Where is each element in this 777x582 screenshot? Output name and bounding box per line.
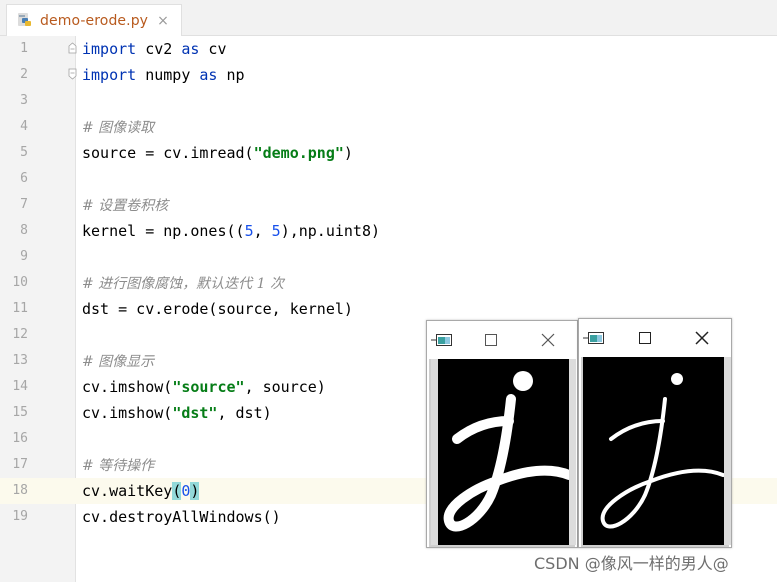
code-token: # 图像读取: [82, 120, 155, 136]
dst-image: [581, 357, 731, 547]
code-token: "source": [172, 378, 245, 396]
line-number: 3: [20, 93, 28, 108]
code-text[interactable]: source = cv.imread("demo.png"): [82, 140, 353, 166]
code-token: ),np.uint8): [280, 222, 381, 240]
imshow-window-dst[interactable]: [578, 318, 732, 548]
code-line[interactable]: 5 source = cv.imread("demo.png"): [0, 140, 777, 166]
code-text[interactable]: # 图像读取: [82, 114, 154, 140]
fold-open-icon[interactable]: [68, 42, 77, 54]
eroded-letter-j: [600, 373, 725, 529]
code-token: np: [217, 66, 245, 84]
code-token: (: [172, 482, 182, 500]
code-line[interactable]: 6: [0, 166, 777, 192]
code-token: import: [82, 40, 137, 58]
line-number: 19: [12, 509, 28, 524]
code-token: "demo.png": [253, 144, 344, 162]
code-token: ): [190, 482, 200, 500]
code-text[interactable]: import numpy as np: [82, 62, 245, 88]
window-scrollbar[interactable]: [569, 359, 576, 545]
line-number: 6: [20, 171, 28, 186]
source-image: [429, 359, 576, 547]
line-number: 10: [12, 275, 28, 290]
code-token: , dst): [217, 404, 272, 422]
code-line[interactable]: 1 import cv2 as cv: [0, 36, 777, 62]
code-token: kernel = np.ones((: [82, 222, 245, 240]
close-icon[interactable]: [541, 333, 555, 347]
code-text[interactable]: # 设置卷积核: [82, 192, 168, 218]
python-file-icon: [18, 12, 31, 26]
code-line[interactable]: 3: [0, 88, 777, 114]
watermark: CSDN @像风一样的男人@: [534, 554, 729, 573]
code-token: ,: [253, 222, 272, 240]
opencv-window-icon: [431, 334, 452, 346]
window-titlebar[interactable]: [427, 321, 577, 358]
code-token: as: [181, 40, 200, 58]
code-token: # 设置卷积核: [82, 198, 169, 214]
code-token: source = cv.imread(: [82, 144, 254, 162]
code-token: as: [199, 66, 218, 84]
code-text[interactable]: # 进行图像腐蚀，默认迭代 1 次: [82, 270, 284, 296]
code-line[interactable]: 9: [0, 244, 777, 270]
code-token: cv2: [136, 40, 182, 58]
code-token: cv.imshow(: [82, 378, 173, 396]
tab-demo-erode[interactable]: demo-erode.py ×: [6, 4, 182, 36]
line-number: 11: [12, 301, 28, 316]
code-token: , source): [244, 378, 326, 396]
code-token: "dst": [172, 404, 218, 422]
code-token: cv.imshow(: [82, 404, 173, 422]
code-token: 5: [271, 222, 281, 240]
maximize-icon[interactable]: [485, 334, 497, 346]
line-number: 2: [20, 67, 28, 82]
line-number: 1: [20, 41, 28, 56]
code-line[interactable]: 7 # 设置卷积核: [0, 192, 777, 218]
line-number: 16: [12, 431, 28, 446]
code-line[interactable]: 8 kernel = np.ones((5, 5),np.uint8): [0, 218, 777, 244]
code-text[interactable]: cv.destroyAllWindows(): [82, 504, 281, 530]
imshow-window-source[interactable]: [426, 320, 578, 548]
code-text[interactable]: kernel = np.ones((5, 5),np.uint8): [82, 218, 380, 244]
code-token: # 等待操作: [82, 458, 155, 474]
code-line[interactable]: 10 # 进行图像腐蚀，默认迭代 1 次: [0, 270, 777, 296]
line-number: 9: [20, 249, 28, 264]
code-text[interactable]: cv.imshow("dst", dst): [82, 400, 272, 426]
line-number: 17: [12, 457, 28, 472]
code-token: import: [82, 66, 137, 84]
code-text[interactable]: # 图像显示: [82, 348, 154, 374]
code-line[interactable]: 4 # 图像读取: [0, 114, 777, 140]
line-number: 8: [20, 223, 28, 238]
code-line[interactable]: 2 import numpy as np: [0, 62, 777, 88]
line-number: 7: [20, 197, 28, 212]
editor-tab-bar: demo-erode.py ×: [0, 0, 777, 36]
code-token: numpy: [136, 66, 200, 84]
line-number: 14: [12, 379, 28, 394]
code-token: ): [343, 144, 353, 162]
code-text[interactable]: import cv2 as cv: [82, 36, 227, 62]
line-number: 5: [20, 145, 28, 160]
code-token: # 图像显示: [82, 354, 155, 370]
close-icon[interactable]: [695, 331, 709, 345]
line-number: 15: [12, 405, 28, 420]
opencv-window-icon: [583, 332, 604, 344]
code-text[interactable]: cv.imshow("source", source): [82, 374, 326, 400]
source-letter-j: [443, 371, 574, 532]
code-token: cv: [199, 40, 227, 58]
line-number: 4: [20, 119, 28, 134]
code-token: cv.destroyAllWindows(): [82, 508, 281, 526]
code-text[interactable]: cv.waitKey(0): [82, 478, 200, 504]
line-number: 18: [12, 483, 28, 498]
fold-close-icon[interactable]: [68, 68, 77, 80]
code-text[interactable]: dst = cv.erode(source, kernel): [82, 296, 353, 322]
code-text[interactable]: # 等待操作: [82, 452, 154, 478]
maximize-icon[interactable]: [639, 332, 651, 344]
code-token: 5: [244, 222, 254, 240]
window-titlebar[interactable]: [579, 319, 731, 356]
code-token: dst = cv.erode(source, kernel): [82, 300, 353, 318]
line-number: 13: [12, 353, 28, 368]
tab-close-icon[interactable]: ×: [157, 13, 169, 29]
code-token: # 进行图像腐蚀，默认迭代 1 次: [82, 276, 284, 292]
line-number: 12: [12, 327, 28, 342]
window-scrollbar[interactable]: [724, 357, 731, 545]
code-token: cv.waitKey: [82, 482, 173, 500]
tab-label: demo-erode.py: [40, 12, 149, 29]
